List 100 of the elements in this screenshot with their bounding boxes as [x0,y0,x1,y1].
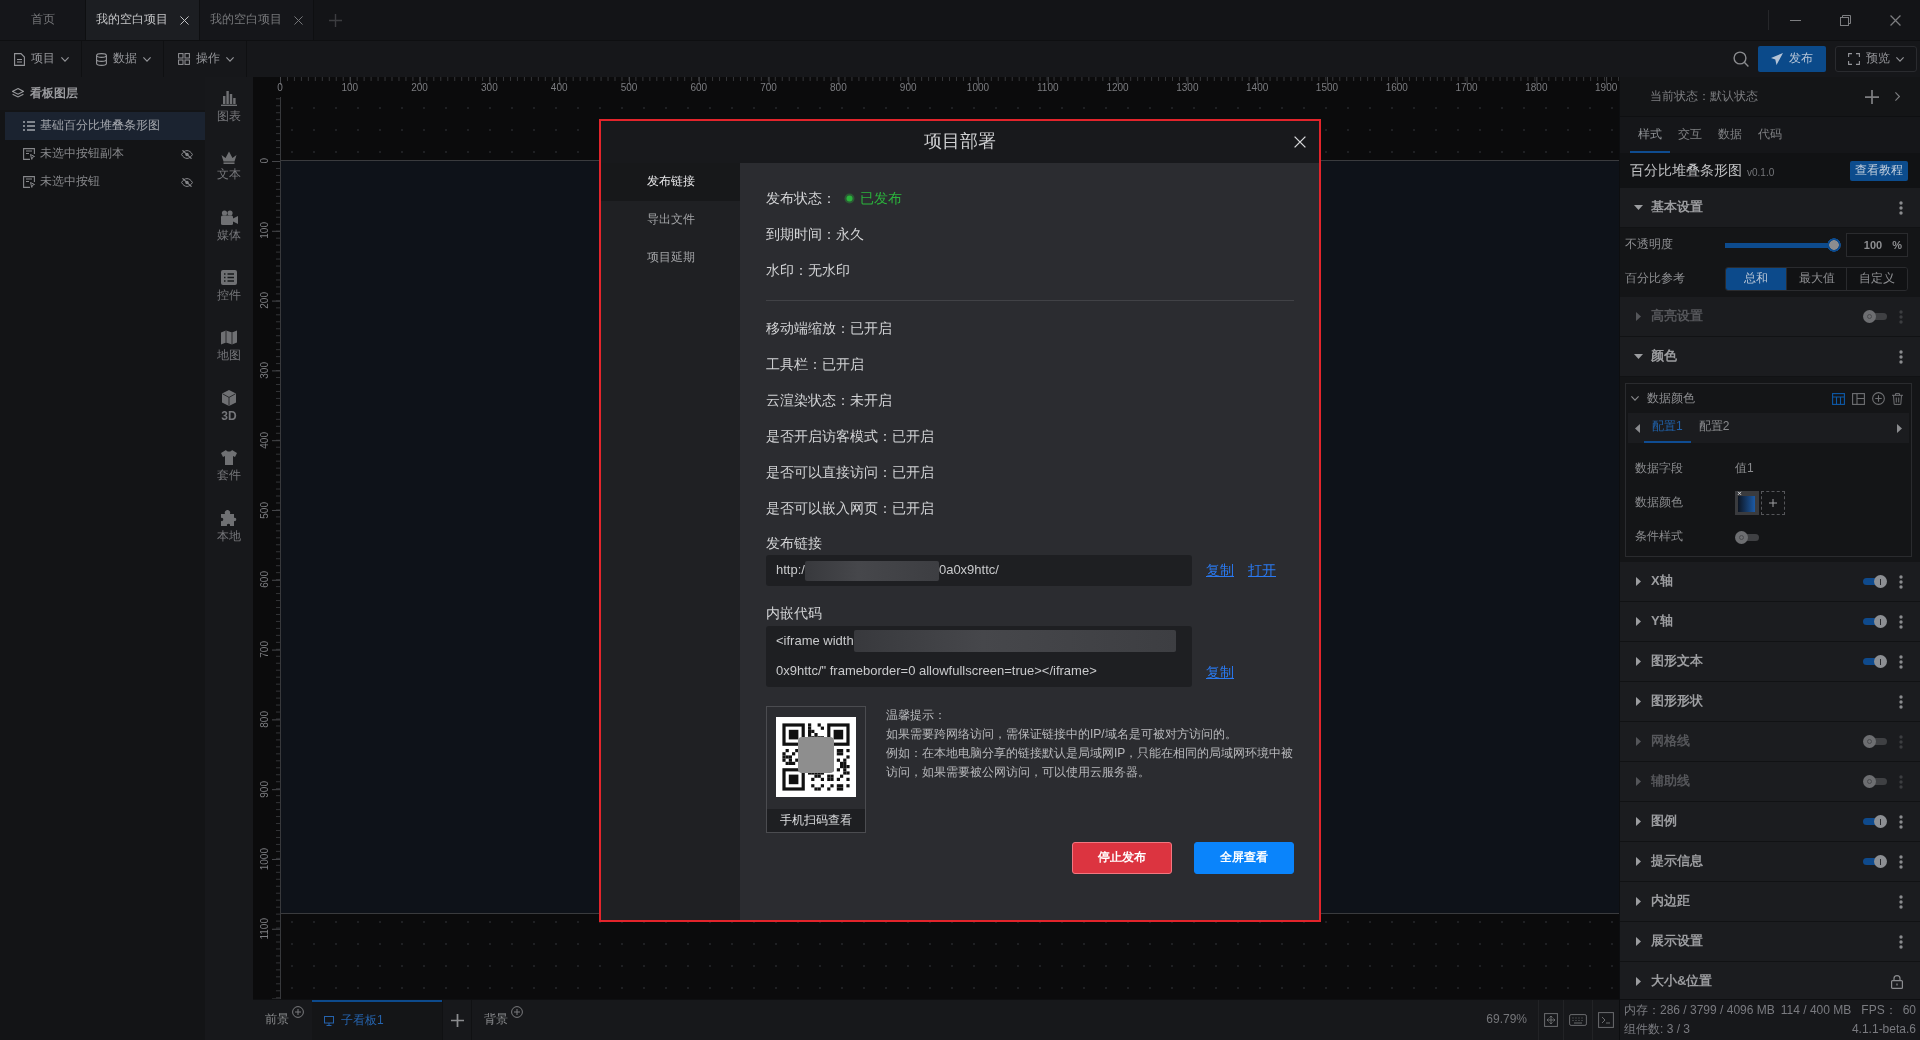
dialog-nav-item[interactable]: 发布链接 [601,163,740,201]
section-header[interactable]: 提示信息 [1620,842,1920,882]
section-header[interactable]: 内边距 [1620,882,1920,922]
window-tab[interactable]: 我的空白项目 [86,0,200,40]
component-category-button[interactable]: 媒体 [205,204,253,264]
component-category-button[interactable]: 控件 [205,264,253,324]
more-vertical-icon[interactable] [1899,574,1903,589]
trash-icon[interactable] [1892,392,1903,405]
layer-item[interactable]: 未选中按钮 [5,168,205,196]
caret-left-icon[interactable] [1635,423,1640,433]
link-field[interactable]: http:/ 0a0x9httc/ [766,555,1192,586]
layer-item[interactable]: 未选中按钮副本 [5,140,205,168]
component-category-button[interactable]: 套件 [205,444,253,504]
chevron-down-icon [61,56,69,62]
fit-screen-icon[interactable] [1544,1013,1558,1027]
section-header[interactable]: 图例 [1620,802,1920,842]
section-header[interactable]: 展示设置 [1620,922,1920,962]
publish-button[interactable]: 发布 [1758,46,1826,72]
ruler-label: 300 [259,362,270,379]
panel-tab[interactable]: 数据 [1710,117,1750,153]
lock-icon[interactable] [1891,974,1903,989]
component-category-button[interactable]: 地图 [205,324,253,384]
version-label: v0.1.0 [1747,165,1775,179]
plus-circle-icon[interactable] [1872,392,1885,405]
minimize-icon[interactable] [1789,19,1801,21]
toggle-switch[interactable] [1863,655,1887,668]
section-header[interactable]: 大小&位置 [1620,962,1920,999]
layer-item[interactable]: 基础百分比堆叠条形图 [5,112,205,140]
plus-circle-icon[interactable] [292,1006,304,1018]
plus-circle-icon[interactable] [511,1006,523,1018]
section-header[interactable]: Y轴 [1620,602,1920,642]
search-icon[interactable] [1733,51,1749,67]
more-vertical-icon[interactable] [1899,614,1903,629]
color-swatch-icon[interactable] [1735,491,1759,515]
terminal-icon[interactable] [1598,1012,1614,1028]
ruler-label: 800 [830,82,847,94]
board-tab[interactable]: 前景 [253,1000,312,1040]
more-vertical-icon[interactable] [1899,894,1903,909]
caret-right-icon[interactable] [1897,423,1902,433]
opacity-input[interactable]: 100 % [1846,233,1908,257]
layout-icon[interactable] [1852,392,1865,405]
action-link[interactable]: 复制 [1206,662,1234,681]
segment-button[interactable]: 总和 [1726,268,1787,290]
code-text: 0x9httc/" frameborder=0 allowfullscreen=true></iframe> [776,662,1097,680]
board-tab[interactable]: 子看板1 [312,1000,442,1040]
toggle-switch[interactable] [1863,575,1887,588]
more-vertical-icon[interactable] [1899,654,1903,669]
config-tab[interactable]: 配置1 [1644,413,1691,443]
ruler-label: 500 [620,82,638,94]
ruler-label: 1000 [259,847,270,871]
plus-icon[interactable] [1865,89,1879,104]
ruler-label: 800 [259,711,270,728]
more-vertical-icon[interactable] [1899,854,1903,869]
close-icon[interactable] [180,15,189,25]
info-text: 移动端缩放：已开启 [766,318,892,338]
toggle-switch[interactable] [1735,530,1759,544]
config-tab[interactable]: 配置2 [1690,413,1738,443]
component-category-button[interactable]: 本地 [205,504,253,564]
stop-publish-button[interactable]: 停止发布 [1072,842,1172,874]
dialog-nav-item[interactable]: 项目延期 [601,239,740,277]
fullscreen-view-button[interactable]: 全屏查看 [1194,842,1294,874]
restore-icon[interactable] [1839,14,1851,26]
section-header[interactable]: 图形形状 [1620,682,1920,722]
eye-off-icon[interactable] [181,149,193,159]
component-category-button[interactable]: 文本 [205,144,253,204]
more-vertical-icon[interactable] [1899,200,1903,215]
table-icon[interactable] [1832,392,1845,405]
section-header[interactable]: X轴 [1620,562,1920,602]
panel-tab[interactable]: 交互 [1670,117,1710,153]
preview-button[interactable]: 预览 [1835,46,1917,72]
memory-usage: 内存：286 / 3799 / 4096 MB [1624,1002,1775,1019]
more-vertical-icon[interactable] [1899,814,1903,829]
component-category-button[interactable]: 图表 [205,84,253,144]
more-vertical-icon[interactable] [1899,934,1903,949]
eye-off-icon[interactable] [181,177,193,187]
component-category-button[interactable]: 3D [205,384,253,444]
more-vertical-icon[interactable] [1899,694,1903,709]
state-label: 当前状态：默认状态 [1650,88,1759,105]
keyboard-icon[interactable] [1569,1014,1587,1026]
more-vertical-icon[interactable] [1899,349,1903,364]
board-tab[interactable]: 背景 [472,1000,531,1040]
plus-icon[interactable] [450,1013,464,1027]
toggle-switch[interactable] [1863,615,1887,628]
paper-plane-icon [1771,53,1783,65]
tutorial-button[interactable]: 查看教程 [1850,160,1908,181]
ruler-label: 900 [899,82,917,94]
info-text: 云渲染状态：未开启 [766,390,892,410]
chevron-right-icon[interactable] [1895,92,1900,101]
section-header[interactable]: 颜色 [1620,337,1920,377]
embed-code-field[interactable]: <iframe width 0x9httc/" frameborder=0 allowfullscreen=true></iframe> [766,626,1192,687]
action-link[interactable]: 复制 [1206,561,1234,580]
dialog-nav-item[interactable]: 导出文件 [601,201,740,239]
panel-tab[interactable]: 代码 [1750,117,1790,153]
add-color-button[interactable] [1761,491,1785,515]
section-header[interactable]: 基本设置 [1620,188,1920,228]
toggle-switch[interactable] [1863,815,1887,828]
section-header[interactable]: 图形文本 [1620,642,1920,682]
grid-icon [178,53,190,65]
action-link[interactable]: 打开 [1248,561,1276,580]
toggle-switch[interactable] [1863,855,1887,868]
